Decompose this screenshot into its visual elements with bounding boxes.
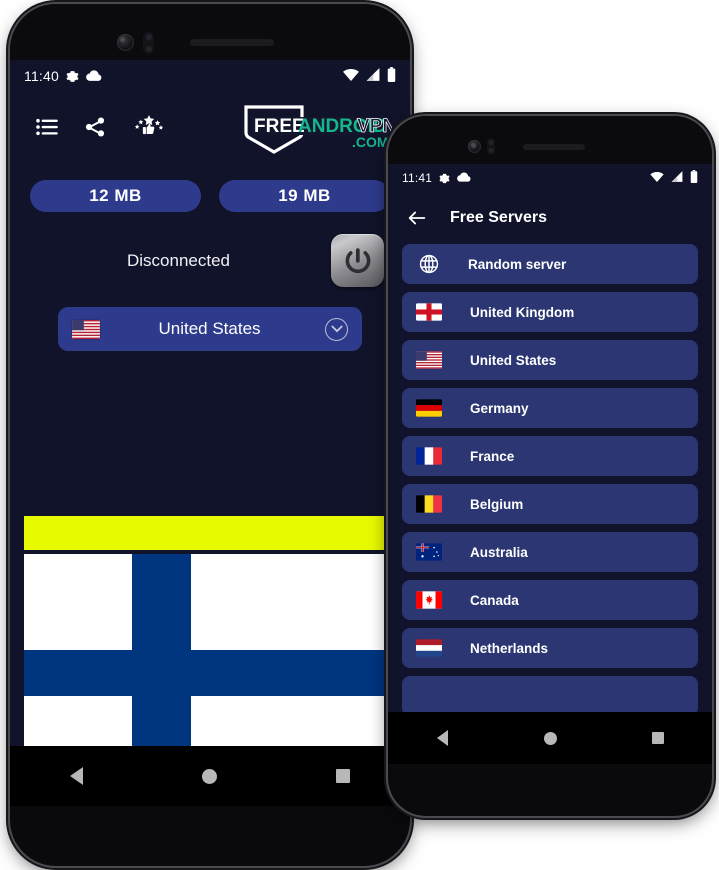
selected-server-label: United States bbox=[158, 319, 261, 338]
list-menu-icon[interactable] bbox=[36, 118, 58, 141]
cloud-icon bbox=[457, 171, 471, 185]
proximity-sensor-icon bbox=[143, 32, 154, 54]
chevron-down-icon[interactable] bbox=[325, 317, 348, 341]
status-time: 11:40 bbox=[24, 68, 59, 84]
wifi-icon bbox=[650, 171, 664, 185]
phone1-navigation-bar bbox=[10, 746, 410, 806]
server-label: Belgium bbox=[470, 496, 524, 512]
back-nav-button[interactable] bbox=[388, 712, 496, 764]
home-nav-button[interactable] bbox=[496, 712, 604, 764]
server-label: France bbox=[470, 448, 515, 464]
back-arrow-icon[interactable] bbox=[406, 207, 428, 229]
us-flag-icon bbox=[72, 319, 100, 339]
server-label: Australia bbox=[470, 544, 528, 560]
globe-icon bbox=[418, 253, 440, 275]
vpn-home-screen: FREE ANDROID VPN .COM 12 MB 19 MB Discon… bbox=[10, 92, 410, 806]
server-list-item-canada[interactable]: Canada bbox=[402, 580, 698, 620]
status-time: 11:41 bbox=[402, 171, 433, 185]
app-toolbar: FREE ANDROID VPN .COM bbox=[10, 92, 410, 166]
phone-device-secondary: 11:41 Free Servers Random server United … bbox=[388, 116, 712, 816]
server-label: Canada bbox=[470, 592, 519, 608]
rate-stars-icon[interactable] bbox=[132, 114, 166, 144]
front-camera-icon bbox=[117, 34, 134, 51]
connection-status-row: Disconnected bbox=[10, 234, 410, 287]
server-list-item-france[interactable]: France bbox=[402, 436, 698, 476]
server-list-item-united-kingdom[interactable]: United Kingdom bbox=[402, 292, 698, 332]
server-selector[interactable]: United States bbox=[58, 307, 362, 351]
proximity-sensor-icon bbox=[487, 138, 495, 155]
server-list: Random server United Kingdom United Stat… bbox=[388, 244, 712, 712]
download-usage-badge: 12 MB bbox=[30, 180, 201, 212]
wifi-icon bbox=[343, 68, 359, 84]
front-camera-icon bbox=[468, 140, 481, 153]
gear-icon bbox=[439, 173, 450, 184]
server-list-item-united-states[interactable]: United States bbox=[402, 340, 698, 380]
upload-usage-badge: 19 MB bbox=[219, 180, 390, 212]
logo-text-com: .COM bbox=[352, 134, 389, 150]
be-flag-icon bbox=[416, 495, 442, 513]
free-servers-appbar: Free Servers bbox=[388, 192, 712, 244]
us-flag-icon bbox=[416, 351, 442, 369]
cloud-icon bbox=[86, 68, 102, 84]
server-list-item-partial[interactable] bbox=[402, 676, 698, 712]
gb-flag-icon bbox=[416, 303, 442, 321]
phone-device-primary: 11:40 FREE ANDROID VP .COM 12 MB 19 MB D… bbox=[10, 4, 410, 866]
back-nav-button[interactable] bbox=[10, 746, 143, 806]
phone2-navigation-bar bbox=[388, 712, 712, 764]
earpiece-speaker bbox=[523, 144, 585, 150]
phone1-top-bezel bbox=[10, 4, 410, 60]
battery-icon bbox=[387, 67, 396, 85]
server-label: Netherlands bbox=[470, 640, 549, 656]
connection-status-text: Disconnected bbox=[126, 250, 230, 270]
server-label: Random server bbox=[468, 256, 567, 272]
server-label: Germany bbox=[470, 400, 529, 416]
data-usage-row: 12 MB 19 MB bbox=[10, 180, 410, 212]
gear-icon bbox=[66, 70, 79, 83]
signal-icon bbox=[671, 171, 683, 185]
ca-flag-icon bbox=[416, 591, 442, 609]
server-label: United Kingdom bbox=[470, 304, 575, 320]
phone2-screen: 11:41 Free Servers Random server United … bbox=[388, 164, 712, 764]
server-list-item-germany[interactable]: Germany bbox=[402, 388, 698, 428]
server-list-item-australia[interactable]: Australia bbox=[402, 532, 698, 572]
nl-flag-icon bbox=[416, 639, 442, 657]
phone1-screen: 11:40 FREE ANDROID VP .COM 12 MB 19 MB D… bbox=[10, 60, 410, 806]
fr-flag-icon bbox=[416, 447, 442, 465]
battery-icon bbox=[690, 170, 698, 186]
screenshot-stage: 11:40 FREE ANDROID VP .COM 12 MB 19 MB D… bbox=[0, 0, 719, 870]
de-flag-icon bbox=[416, 399, 442, 417]
share-icon[interactable] bbox=[84, 116, 106, 143]
server-list-item-random[interactable]: Random server bbox=[402, 244, 698, 284]
power-button[interactable] bbox=[331, 234, 384, 287]
app-logo: FREE ANDROID VPN .COM bbox=[242, 103, 396, 155]
phone2-top-bezel bbox=[388, 116, 712, 164]
earpiece-speaker bbox=[190, 39, 274, 46]
server-label: United States bbox=[470, 352, 557, 368]
banner-bar-top bbox=[24, 516, 396, 550]
signal-icon bbox=[366, 68, 380, 84]
recents-nav-button[interactable] bbox=[604, 712, 712, 764]
free-servers-screen: Free Servers Random server United Kingdo… bbox=[388, 192, 712, 712]
home-nav-button[interactable] bbox=[143, 746, 276, 806]
server-list-item-netherlands[interactable]: Netherlands bbox=[402, 628, 698, 668]
page-title: Free Servers bbox=[450, 209, 547, 226]
phone1-status-bar: 11:40 bbox=[10, 60, 410, 92]
au-flag-icon bbox=[416, 543, 442, 561]
phone2-status-bar: 11:41 bbox=[388, 164, 712, 192]
server-list-item-belgium[interactable]: Belgium bbox=[402, 484, 698, 524]
